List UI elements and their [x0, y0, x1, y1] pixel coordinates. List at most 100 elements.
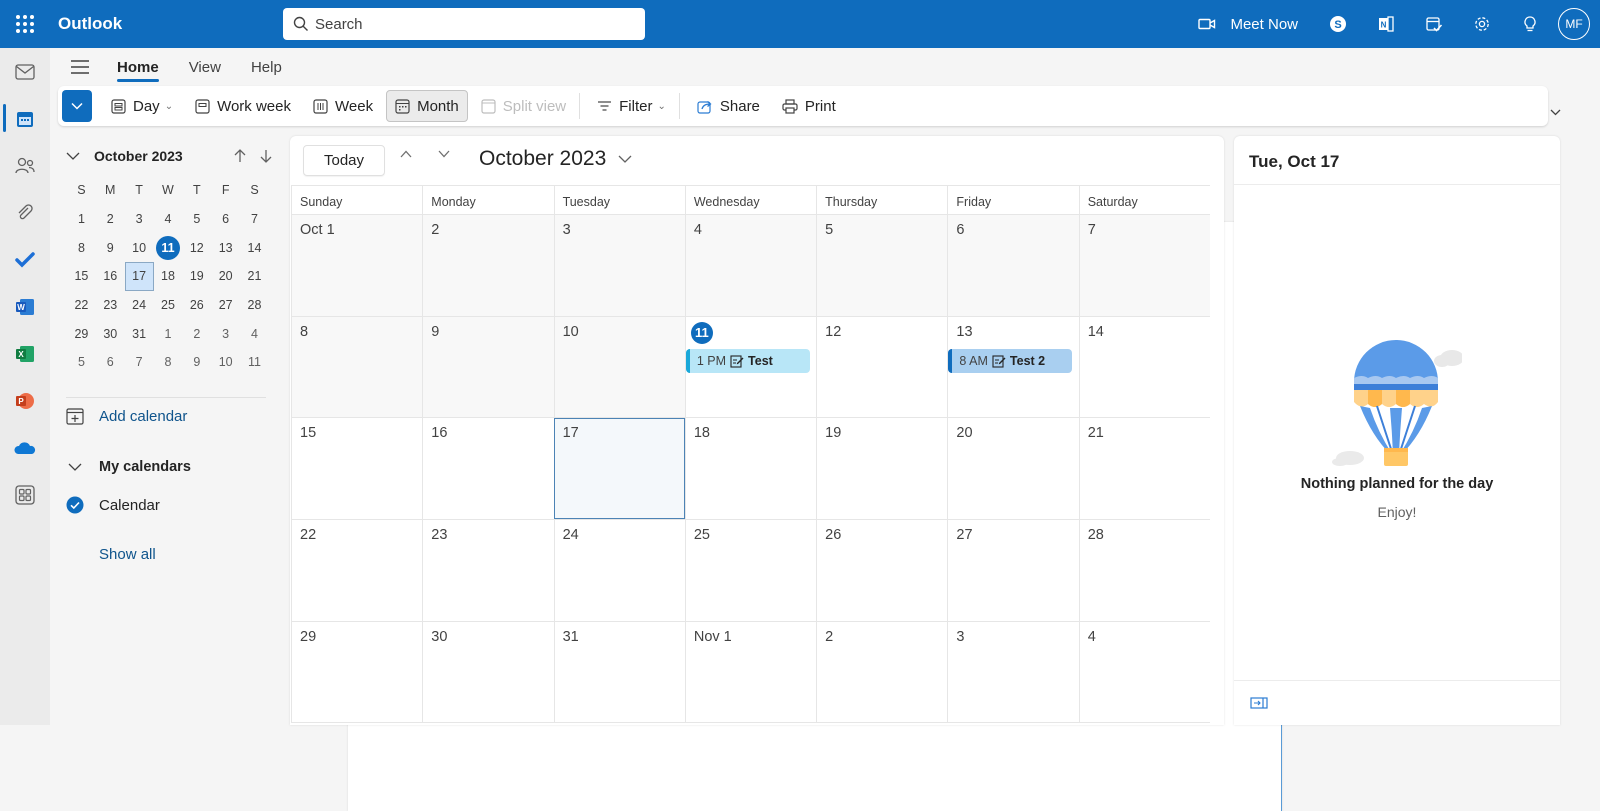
mini-calendar-day[interactable]: 6 — [211, 205, 240, 234]
mini-calendar-day[interactable]: 24 — [125, 291, 154, 320]
day-cell[interactable]: 5 — [816, 215, 948, 316]
mini-calendar-day[interactable]: 11 — [154, 233, 183, 262]
new-event-dropdown[interactable] — [62, 90, 92, 122]
mini-calendar-day[interactable]: 11 — [240, 348, 269, 377]
mini-calendar-day[interactable]: 18 — [154, 262, 183, 291]
rail-item-onedrive[interactable] — [0, 425, 50, 471]
arrow-up-icon[interactable] — [234, 149, 246, 163]
mini-calendar-day[interactable]: 10 — [211, 348, 240, 377]
day-cell[interactable]: 30 — [422, 621, 553, 723]
mini-calendar-day[interactable]: 1 — [67, 205, 96, 234]
mini-calendar-day[interactable]: 23 — [96, 291, 125, 320]
day-cell[interactable]: 16 — [422, 418, 553, 520]
arrow-down-icon[interactable] — [260, 149, 272, 163]
day-cell[interactable]: 29 — [291, 621, 422, 723]
mini-calendar-day[interactable]: 17 — [124, 262, 154, 291]
calendar-event[interactable]: 1 PM Test — [685, 348, 810, 373]
mini-calendar-day[interactable]: 28 — [240, 291, 269, 320]
mini-calendar-day[interactable]: 1 — [154, 319, 183, 348]
day-cell[interactable]: 26 — [816, 520, 947, 621]
menu-button[interactable] — [58, 60, 102, 74]
next-month-icon[interactable] — [438, 150, 450, 158]
day-cell[interactable]: 3 — [947, 621, 1078, 723]
mini-calendar-day[interactable]: 22 — [67, 291, 96, 320]
day-cell[interactable]: 18 — [684, 418, 816, 520]
mini-calendar-day[interactable]: 30 — [96, 319, 125, 348]
rail-item-mail[interactable] — [0, 49, 50, 95]
day-cell[interactable]: 4 — [684, 215, 817, 316]
mini-calendar-day[interactable]: 27 — [211, 291, 240, 320]
day-cell[interactable]: 28 — [1078, 520, 1210, 621]
mini-calendar-day[interactable]: 3 — [125, 205, 154, 234]
settings-button[interactable] — [1458, 0, 1506, 48]
my-calendars-group-header[interactable]: My calendars — [66, 459, 191, 475]
month-title-picker[interactable]: October 2023 — [479, 147, 632, 171]
day-cell[interactable]: 13 8 AM Test 2 — [947, 316, 1078, 418]
mini-calendar-title[interactable]: October 2023 — [94, 148, 183, 164]
day-cell[interactable]: 14 — [1078, 316, 1210, 418]
day-cell[interactable]: 31 — [553, 621, 685, 723]
today-button[interactable]: Today — [303, 145, 385, 176]
rail-item-calendar[interactable] — [0, 96, 50, 142]
mini-calendar-day[interactable]: 7 — [240, 205, 269, 234]
rail-item-more-apps[interactable] — [0, 472, 50, 518]
mini-calendar-day[interactable]: 2 — [96, 205, 125, 234]
calendar-list-item[interactable]: Calendar — [66, 496, 160, 514]
mini-calendar-day[interactable]: 26 — [182, 291, 211, 320]
day-cell[interactable]: 20 — [947, 418, 1078, 520]
day-cell[interactable]: 3 — [553, 215, 685, 316]
day-cell[interactable]: 4 — [1078, 621, 1210, 723]
share-button[interactable]: Share — [688, 90, 769, 122]
mini-calendar-day[interactable]: 7 — [125, 348, 154, 377]
day-cell[interactable]: 23 — [422, 520, 553, 621]
rail-item-word[interactable]: W — [0, 284, 50, 330]
mini-calendar-day[interactable]: 13 — [211, 233, 240, 262]
mini-calendar-day[interactable]: 10 — [125, 233, 154, 262]
day-cell[interactable]: 19 — [816, 418, 947, 520]
tab-view[interactable]: View — [174, 48, 236, 86]
work-week-view-button[interactable]: Work week — [186, 90, 300, 122]
mini-calendar-day[interactable]: 9 — [182, 348, 211, 377]
rail-item-excel[interactable]: X — [0, 331, 50, 377]
day-cell[interactable]: 21 — [1078, 418, 1210, 520]
mini-calendar-day[interactable]: 5 — [67, 348, 96, 377]
week-view-button[interactable]: Week — [304, 90, 382, 122]
day-cell[interactable]: 22 — [291, 520, 422, 621]
day-cell[interactable]: 8 — [291, 316, 423, 418]
day-cell[interactable]: Oct 1 — [291, 215, 423, 316]
day-cell[interactable]: 9 — [422, 316, 554, 418]
month-view-button[interactable]: Month — [386, 90, 468, 122]
mini-calendar-day[interactable]: 19 — [182, 262, 211, 291]
app-launcher-icon[interactable] — [14, 13, 36, 35]
tab-home[interactable]: Home — [102, 48, 174, 86]
search-input[interactable]: Search — [283, 8, 645, 40]
day-cell[interactable]: 2 — [422, 215, 554, 316]
calendar-event[interactable]: 8 AM Test 2 — [948, 348, 1073, 373]
day-cell[interactable]: 10 — [553, 316, 685, 418]
day-cell[interactable]: 7 — [1078, 215, 1210, 316]
mini-calendar-day[interactable]: 31 — [125, 319, 154, 348]
day-cell[interactable]: 27 — [947, 520, 1078, 621]
mini-calendar-day[interactable]: 5 — [182, 205, 211, 234]
mini-calendar-day[interactable]: 8 — [154, 348, 183, 377]
app-title[interactable]: Outlook — [58, 14, 122, 34]
day-cell[interactable]: Nov 1 — [684, 621, 816, 723]
day-cell[interactable]: 25 — [684, 520, 816, 621]
mini-calendar-day[interactable]: 2 — [182, 319, 211, 348]
print-button[interactable]: Print — [773, 90, 845, 122]
day-cell[interactable]: 11 1 PM Test — [684, 316, 816, 418]
day-cell[interactable]: 17 — [553, 418, 685, 520]
day-cell[interactable]: 2 — [816, 621, 947, 723]
mini-calendar-day[interactable]: 20 — [211, 262, 240, 291]
filter-button[interactable]: Filter ⌄ — [588, 90, 675, 122]
mini-calendar-day[interactable]: 21 — [240, 262, 269, 291]
ribbon-expand-button[interactable] — [1550, 107, 1561, 119]
checkbox-checked-icon[interactable] — [66, 496, 84, 514]
meet-now-button[interactable]: Meet Now — [1198, 16, 1298, 33]
mini-calendar-day[interactable]: 29 — [67, 319, 96, 348]
mini-calendar-day[interactable]: 14 — [240, 233, 269, 262]
mini-calendar-day[interactable]: 12 — [182, 233, 211, 262]
day-cell[interactable]: 12 — [816, 316, 947, 418]
mini-calendar-day[interactable]: 3 — [211, 319, 240, 348]
skype-button[interactable]: S — [1314, 0, 1362, 48]
